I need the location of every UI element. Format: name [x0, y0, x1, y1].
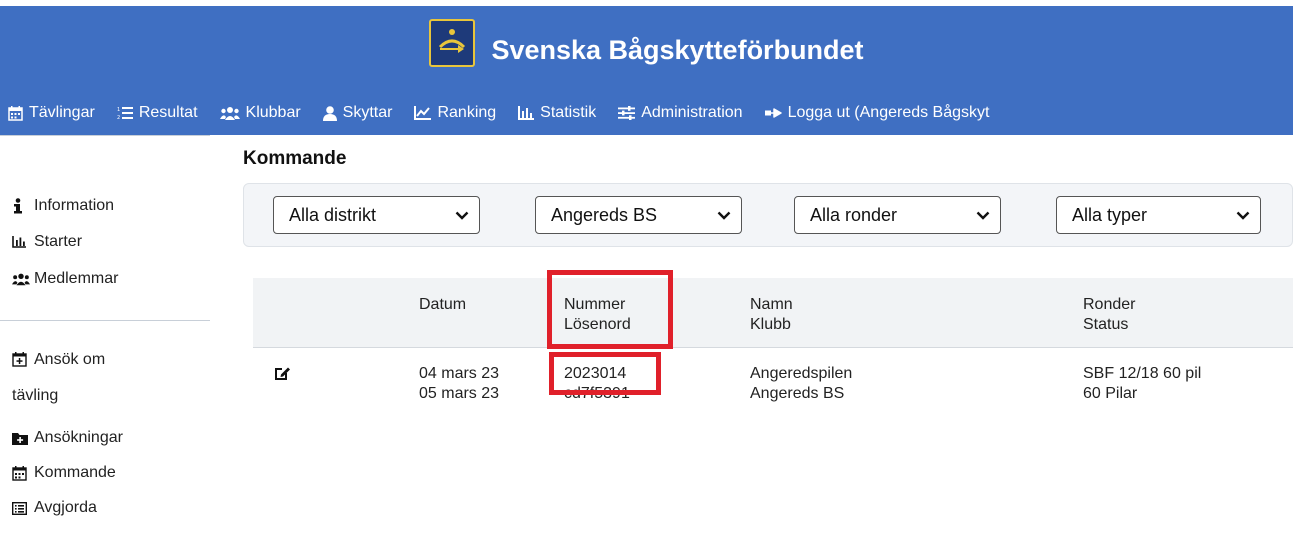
svg-text:2: 2: [117, 115, 120, 120]
svg-text:1: 1: [117, 107, 120, 113]
list-icon: 12: [117, 106, 133, 120]
edit-icon[interactable]: [274, 365, 291, 386]
sliders-icon: [618, 106, 636, 120]
select-value: Alla typer: [1072, 204, 1148, 225]
nav-label: Administration: [641, 104, 743, 121]
nav-label: Ranking: [437, 104, 497, 121]
page-title: Kommande: [243, 148, 347, 169]
nav-label: Resultat: [138, 104, 198, 121]
start-date: 04 mars 23: [419, 365, 500, 382]
nav-skyttar[interactable]: Skyttar: [322, 104, 393, 122]
nav-label: Logga ut (Angereds Bågskyt: [787, 104, 990, 121]
sidebar-item-label-wrap: tävling: [12, 387, 59, 404]
line-chart-icon: [414, 106, 432, 120]
sidebar-item-label: Kommande: [34, 464, 116, 481]
nav-tavlingar[interactable]: Tävlingar: [8, 104, 95, 122]
sidebar-item-label: Avgjorda: [34, 499, 97, 516]
column-header-sublabel: Klubb: [750, 316, 791, 333]
nav-administration[interactable]: Administration: [618, 104, 743, 122]
archer-emblem-icon: [439, 29, 466, 53]
sidebar-item-text: Ansök om tävling: [12, 342, 106, 414]
select-value: Alla ronder: [810, 204, 898, 225]
info-icon: [12, 198, 30, 214]
calendar-icon: [12, 465, 30, 481]
chevron-down-icon: [717, 211, 731, 220]
sidebar: Information Starter Medlemmar Ansök om t…: [0, 135, 212, 536]
nav-klubbar[interactable]: Klubbar: [219, 104, 301, 122]
type-select[interactable]: Alla typer: [1056, 196, 1261, 234]
top-navigation: Tävlingar 12 Resultat Klubbar Skyttar Ra…: [8, 102, 1011, 124]
sidebar-divider: [0, 320, 210, 321]
nav-label: Statistik: [540, 104, 597, 121]
bar-chart-icon: [518, 106, 535, 120]
cell-name: Angeredspilen Angereds BS: [750, 364, 852, 404]
nav-label: Skyttar: [342, 104, 393, 121]
column-header-namn[interactable]: Namn Klubb: [750, 295, 793, 335]
calendar-plus-icon: [12, 352, 30, 367]
nav-ranking[interactable]: Ranking: [414, 104, 496, 122]
competition-name[interactable]: Angeredspilen: [750, 364, 852, 384]
sidebar-item-label: Ansökningar: [34, 429, 123, 446]
sidebar-item-ansok[interactable]: Ansök om tävling: [12, 351, 105, 414]
end-date: 05 mars 23: [419, 385, 500, 402]
nav-logout[interactable]: Logga ut (Angereds Bågskyt: [764, 104, 990, 122]
filter-bar: Alla distrikt Angereds BS Alla ronder Al…: [243, 183, 1293, 247]
column-header-label: Namn: [750, 296, 793, 313]
cell-dates: 04 mars 23 05 mars 23: [419, 364, 499, 404]
brand: Svenska Bågskytteförbundet: [0, 19, 1293, 80]
cell-rounds: SBF 12/18 60 pil 60 Pilar: [1083, 364, 1201, 404]
list-alt-icon: [12, 501, 30, 515]
user-icon: [322, 105, 337, 121]
chevron-down-icon: [455, 211, 469, 220]
column-header-label: Datum: [419, 296, 467, 313]
select-value: Alla distrikt: [289, 204, 377, 225]
calendar-icon: [8, 105, 23, 121]
competition-club: Angereds BS: [750, 385, 845, 402]
federation-logo[interactable]: [429, 19, 476, 67]
club-select[interactable]: Angereds BS: [535, 196, 742, 234]
nav-label: Klubbar: [245, 104, 301, 121]
nav-label: Tävlingar: [29, 104, 95, 121]
users-icon: [219, 106, 240, 120]
bar-chart-icon: [12, 236, 30, 248]
district-select[interactable]: Alla distrikt: [273, 196, 480, 234]
chevron-down-icon: [976, 211, 990, 220]
column-header-label: Ronder: [1083, 296, 1136, 313]
sidebar-item-information[interactable]: Information: [12, 197, 114, 215]
sidebar-item-label: Medlemmar: [34, 270, 119, 287]
column-header-ronder[interactable]: Ronder Status: [1083, 295, 1135, 335]
nav-resultat[interactable]: 12 Resultat: [117, 104, 198, 122]
competition-status: 60 Pilar: [1083, 385, 1138, 402]
column-header-sublabel: Status: [1083, 316, 1129, 333]
sidebar-divider: [0, 135, 210, 136]
users-icon: [12, 272, 30, 286]
folder-plus-icon: [12, 432, 30, 445]
sidebar-item-label: Ansök om: [34, 351, 106, 368]
nav-statistik[interactable]: Statistik: [518, 104, 596, 122]
highlight-box-number: [549, 352, 661, 395]
site-header: Svenska Bågskytteförbundet Tävlingar 12 …: [0, 6, 1293, 135]
highlight-box-header: [547, 270, 673, 349]
sidebar-item-medlemmar[interactable]: Medlemmar: [12, 270, 118, 288]
sidebar-item-ansokningar[interactable]: Ansökningar: [12, 429, 123, 447]
sidebar-item-avgjorda[interactable]: Avgjorda: [12, 499, 97, 517]
sidebar-item-label: Starter: [34, 233, 83, 250]
chevron-down-icon: [1236, 211, 1250, 220]
site-title[interactable]: Svenska Bågskytteförbundet: [491, 35, 863, 66]
select-value: Angereds BS: [551, 204, 658, 225]
sidebar-item-kommande[interactable]: Kommande: [12, 464, 116, 482]
sign-out-icon: [764, 106, 782, 120]
competition-rounds: SBF 12/18 60 pil: [1083, 365, 1202, 382]
rounds-select[interactable]: Alla ronder: [794, 196, 1001, 234]
column-header-datum[interactable]: Datum: [419, 295, 466, 315]
sidebar-item-starter[interactable]: Starter: [12, 233, 82, 251]
sidebar-item-label: Information: [34, 197, 115, 214]
